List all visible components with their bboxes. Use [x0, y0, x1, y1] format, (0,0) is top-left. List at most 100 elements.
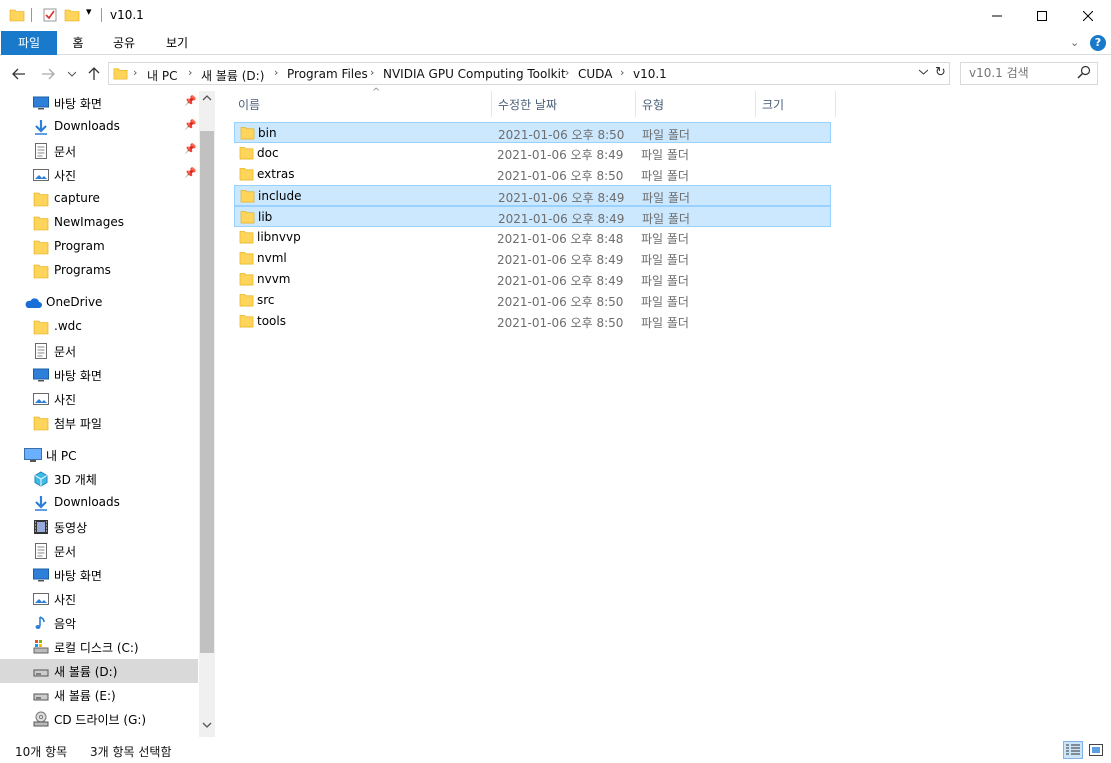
- document-icon: [33, 543, 49, 559]
- breadcrumb-chevron-icon[interactable]: ›: [565, 66, 569, 79]
- divider: [101, 8, 102, 22]
- nav-item-onedrive-pictures[interactable]: 사진: [0, 387, 198, 411]
- minimize-button[interactable]: [974, 0, 1020, 31]
- table-row[interactable]: extras 2021-01-06 오후 8:50 파일 폴더: [234, 164, 831, 185]
- nav-item-pc-documents[interactable]: 문서: [0, 539, 198, 563]
- breadcrumb-chevron-icon[interactable]: ›: [188, 66, 192, 79]
- file-type: 파일 폴더: [641, 316, 689, 330]
- up-button[interactable]: [84, 64, 104, 84]
- search-box[interactable]: [960, 62, 1098, 85]
- pin-icon[interactable]: 📌: [184, 96, 196, 107]
- nav-item-programs[interactable]: Programs: [0, 259, 198, 283]
- nav-item-desktop[interactable]: 바탕 화면 📌: [0, 91, 198, 115]
- column-header-type[interactable]: 유형: [636, 91, 756, 117]
- column-header-name[interactable]: ^ 이름: [232, 87, 492, 117]
- file-type: 파일 폴더: [642, 191, 690, 205]
- nav-scrollbar[interactable]: [199, 91, 215, 737]
- nav-item-documents[interactable]: 문서 📌: [0, 139, 198, 163]
- breadcrumb-program-files[interactable]: Program Files: [287, 67, 368, 81]
- breadcrumb-nvidia-toolkit[interactable]: NVIDIA GPU Computing Toolkit: [383, 67, 566, 81]
- nav-item-newimages[interactable]: NewImages: [0, 211, 198, 235]
- nav-item-music[interactable]: 음악: [0, 611, 198, 635]
- scroll-down-icon[interactable]: [202, 721, 212, 732]
- nav-item-capture[interactable]: capture: [0, 187, 198, 211]
- close-icon: [1083, 10, 1093, 21]
- pin-icon[interactable]: 📌: [184, 144, 196, 155]
- nav-item-pc-pictures[interactable]: 사진: [0, 587, 198, 611]
- quick-access-dropdown-icon[interactable]: ▾: [86, 5, 92, 23]
- nav-item-drive-d[interactable]: 새 볼륨 (D:): [0, 659, 198, 683]
- refresh-icon[interactable]: ↻: [935, 65, 946, 80]
- breadcrumb-cuda[interactable]: CUDA: [578, 67, 612, 81]
- recent-locations-button[interactable]: [62, 64, 82, 84]
- nav-item-3d-objects[interactable]: 3D 개체: [0, 467, 198, 491]
- scrollbar-thumb[interactable]: [200, 131, 214, 653]
- pin-icon[interactable]: 📌: [184, 168, 196, 179]
- column-header-size[interactable]: 크기: [756, 91, 836, 117]
- search-icon[interactable]: [1077, 65, 1091, 82]
- table-row[interactable]: libnvvp 2021-01-06 오후 8:48 파일 폴더: [234, 227, 831, 248]
- table-row[interactable]: nvvm 2021-01-06 오후 8:49 파일 폴더: [234, 269, 831, 290]
- nav-item-drive-e[interactable]: 새 볼륨 (E:): [0, 683, 198, 707]
- breadcrumb-volume-d[interactable]: 새 볼륨 (D:): [201, 67, 264, 84]
- tab-file[interactable]: 파일: [1, 31, 57, 55]
- drive-icon: [33, 663, 49, 679]
- expand-ribbon-icon[interactable]: ⌄: [1070, 36, 1079, 49]
- breadcrumb-chevron-icon[interactable]: ›: [370, 66, 374, 79]
- nav-item-drive-g[interactable]: CD 드라이브 (G:): [0, 707, 198, 731]
- back-button[interactable]: [9, 64, 29, 84]
- table-row[interactable]: tools 2021-01-06 오후 8:50 파일 폴더: [234, 311, 831, 332]
- pin-icon[interactable]: 📌: [184, 120, 196, 131]
- nav-item-videos[interactable]: 동영상: [0, 515, 198, 539]
- search-input[interactable]: [969, 66, 1069, 80]
- table-row[interactable]: include 2021-01-06 오후 8:49 파일 폴더: [234, 185, 831, 206]
- nav-item-pictures[interactable]: 사진 📌: [0, 163, 198, 187]
- large-icons-view-button[interactable]: [1086, 741, 1106, 759]
- details-view-button[interactable]: [1063, 741, 1083, 759]
- address-bar[interactable]: › 내 PC › 새 볼륨 (D:) › Program Files › NVI…: [108, 62, 950, 85]
- nav-item-onedrive-documents[interactable]: 문서: [0, 339, 198, 363]
- breadcrumb-v10-1[interactable]: v10.1: [633, 67, 667, 81]
- arrow-right-icon: [42, 68, 55, 80]
- breadcrumb-chevron-icon[interactable]: ›: [620, 66, 624, 79]
- scroll-up-icon[interactable]: [202, 93, 212, 104]
- nav-item-program[interactable]: Program: [0, 235, 198, 259]
- maximize-button[interactable]: [1019, 0, 1065, 31]
- tab-share[interactable]: 공유: [104, 31, 144, 55]
- status-bar: 10개 항목 3개 항목 선택함: [0, 737, 1111, 763]
- nav-item-downloads[interactable]: Downloads 📌: [0, 115, 198, 139]
- nav-item-onedrive[interactable]: OneDrive: [0, 291, 198, 315]
- cloud-icon: [24, 295, 42, 311]
- file-name: nvvm: [257, 272, 291, 286]
- close-button[interactable]: [1065, 0, 1111, 31]
- table-row[interactable]: src 2021-01-06 오후 8:50 파일 폴더: [234, 290, 831, 311]
- file-name: extras: [257, 167, 295, 181]
- table-row[interactable]: lib 2021-01-06 오후 8:49 파일 폴더: [234, 206, 831, 227]
- nav-item-attachments[interactable]: 첨부 파일: [0, 411, 198, 435]
- nav-item-pc-downloads[interactable]: Downloads: [0, 491, 198, 515]
- new-folder-icon[interactable]: [64, 7, 80, 25]
- nav-item-wdc[interactable]: .wdc: [0, 315, 198, 339]
- file-type: 파일 폴더: [641, 253, 689, 267]
- tab-home[interactable]: 홈: [60, 31, 96, 55]
- nav-item-onedrive-desktop[interactable]: 바탕 화면: [0, 363, 198, 387]
- nav-item-pc-desktop[interactable]: 바탕 화면: [0, 563, 198, 587]
- column-header-date[interactable]: 수정한 날짜: [492, 91, 636, 117]
- table-row[interactable]: doc 2021-01-06 오후 8:49 파일 폴더: [234, 143, 831, 164]
- folder-icon[interactable]: [9, 7, 25, 25]
- breadcrumb-this-pc[interactable]: 내 PC: [147, 67, 177, 84]
- nav-item-label: 사진: [54, 593, 77, 607]
- address-dropdown-icon[interactable]: [918, 65, 929, 78]
- column-header-label: 수정한 날짜: [498, 98, 558, 112]
- help-button[interactable]: ?: [1090, 35, 1106, 51]
- nav-item-this-pc[interactable]: 내 PC: [0, 443, 198, 467]
- breadcrumb-chevron-icon[interactable]: ›: [274, 66, 278, 79]
- divider: [31, 8, 32, 22]
- properties-icon[interactable]: [42, 7, 58, 25]
- nav-item-drive-c[interactable]: 로컬 디스크 (C:): [0, 635, 198, 659]
- tab-view[interactable]: 보기: [156, 31, 198, 55]
- breadcrumb-chevron-icon[interactable]: ›: [133, 66, 137, 79]
- table-row[interactable]: nvml 2021-01-06 오후 8:49 파일 폴더: [234, 248, 831, 269]
- forward-button[interactable]: [38, 64, 58, 84]
- table-row[interactable]: bin 2021-01-06 오후 8:50 파일 폴더: [234, 122, 831, 143]
